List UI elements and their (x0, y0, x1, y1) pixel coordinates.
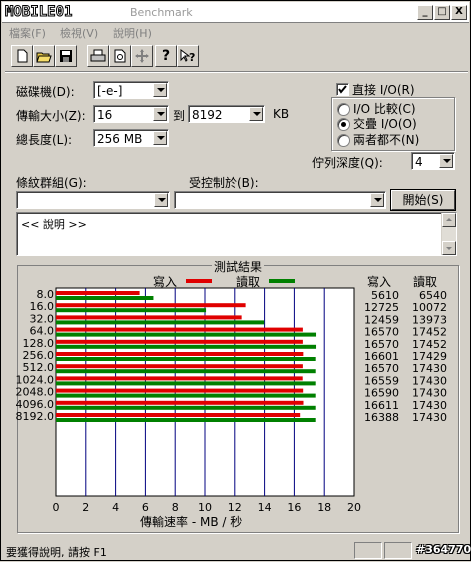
read-value: 10072 (412, 301, 447, 314)
write-value: 12459 (364, 313, 399, 326)
write-value: 16559 (364, 374, 399, 387)
write-bar (56, 303, 246, 308)
category-label: 64.0 (30, 325, 55, 338)
write-value: 5610 (371, 289, 399, 302)
read-value: 17430 (412, 374, 447, 387)
category-label: 4096.0 (16, 398, 55, 411)
category-label: 32.0 (30, 312, 55, 325)
x-axis-label: 傳輸速率 - MB / 秒 (140, 515, 243, 529)
category-label: 128.0 (23, 337, 55, 350)
read-bar (56, 357, 316, 361)
write-bar (56, 400, 304, 405)
read-value: 17430 (412, 399, 447, 412)
x-tick-label: 14 (258, 501, 272, 514)
x-tick-label: 20 (347, 501, 361, 514)
category-label: 8.0 (37, 288, 55, 301)
watermark: #364770 (416, 543, 471, 556)
write-value: 16388 (364, 411, 399, 424)
read-bar (56, 418, 316, 422)
x-tick-label: 16 (287, 501, 301, 514)
write-value: 16570 (364, 338, 399, 351)
read-value: 17430 (412, 411, 447, 424)
read-bar (56, 405, 316, 410)
read-bar (56, 296, 154, 300)
read-value: 17430 (412, 387, 447, 400)
write-value: 16590 (364, 387, 399, 400)
read-bar (56, 332, 317, 337)
write-bar (56, 388, 304, 393)
write-bar (56, 339, 303, 344)
x-tick-label: 0 (53, 501, 60, 514)
read-value: 17452 (412, 326, 447, 339)
write-bar (56, 315, 242, 320)
category-label: 8192.0 (16, 410, 55, 423)
write-bar (56, 413, 301, 417)
write-bar (56, 352, 304, 356)
read-bar (56, 344, 317, 349)
x-tick-label: 18 (317, 501, 331, 514)
read-value: 17452 (412, 338, 447, 351)
read-bar (56, 369, 316, 374)
write-value: 16570 (364, 326, 399, 339)
read-bar (56, 320, 265, 325)
read-bar (56, 381, 316, 386)
status-bar: 要獲得說明, 請按 F1 #364770 (2, 539, 471, 560)
write-bar (56, 364, 303, 369)
write-value: 16570 (364, 362, 399, 375)
read-value: 17429 (412, 350, 447, 363)
write-bar (56, 291, 140, 295)
category-label: 2048.0 (16, 386, 55, 399)
write-value: 12725 (364, 301, 399, 314)
status-help-text: 要獲得說明, 請按 F1 (6, 546, 107, 559)
benchmark-window: MOBILE01 Benchmark _ □ X 檔案(F) 檢視(V) 說明(… (0, 0, 471, 561)
transfer-rate-chart: 0 2 4 6 8 10 12 14 16 18 208.0 5610 654016.0 12725 100… (16, 287, 447, 514)
x-tick-label: 2 (82, 501, 89, 514)
read-value: 17430 (412, 362, 447, 375)
write-value: 16611 (364, 399, 399, 412)
write-bar (56, 327, 303, 332)
category-label: 16.0 (30, 300, 55, 313)
read-value: 6540 (419, 289, 447, 302)
status-panel-2 (384, 542, 412, 559)
category-label: 1024.0 (16, 373, 55, 386)
read-bar (56, 393, 316, 398)
category-label: 256.0 (23, 349, 55, 362)
x-tick-label: 4 (112, 501, 119, 514)
read-bar (56, 308, 207, 313)
category-label: 512.0 (23, 361, 55, 374)
read-value: 13973 (412, 313, 447, 326)
status-panel-1 (354, 542, 382, 559)
write-value: 16601 (364, 350, 399, 363)
write-bar (56, 376, 303, 381)
